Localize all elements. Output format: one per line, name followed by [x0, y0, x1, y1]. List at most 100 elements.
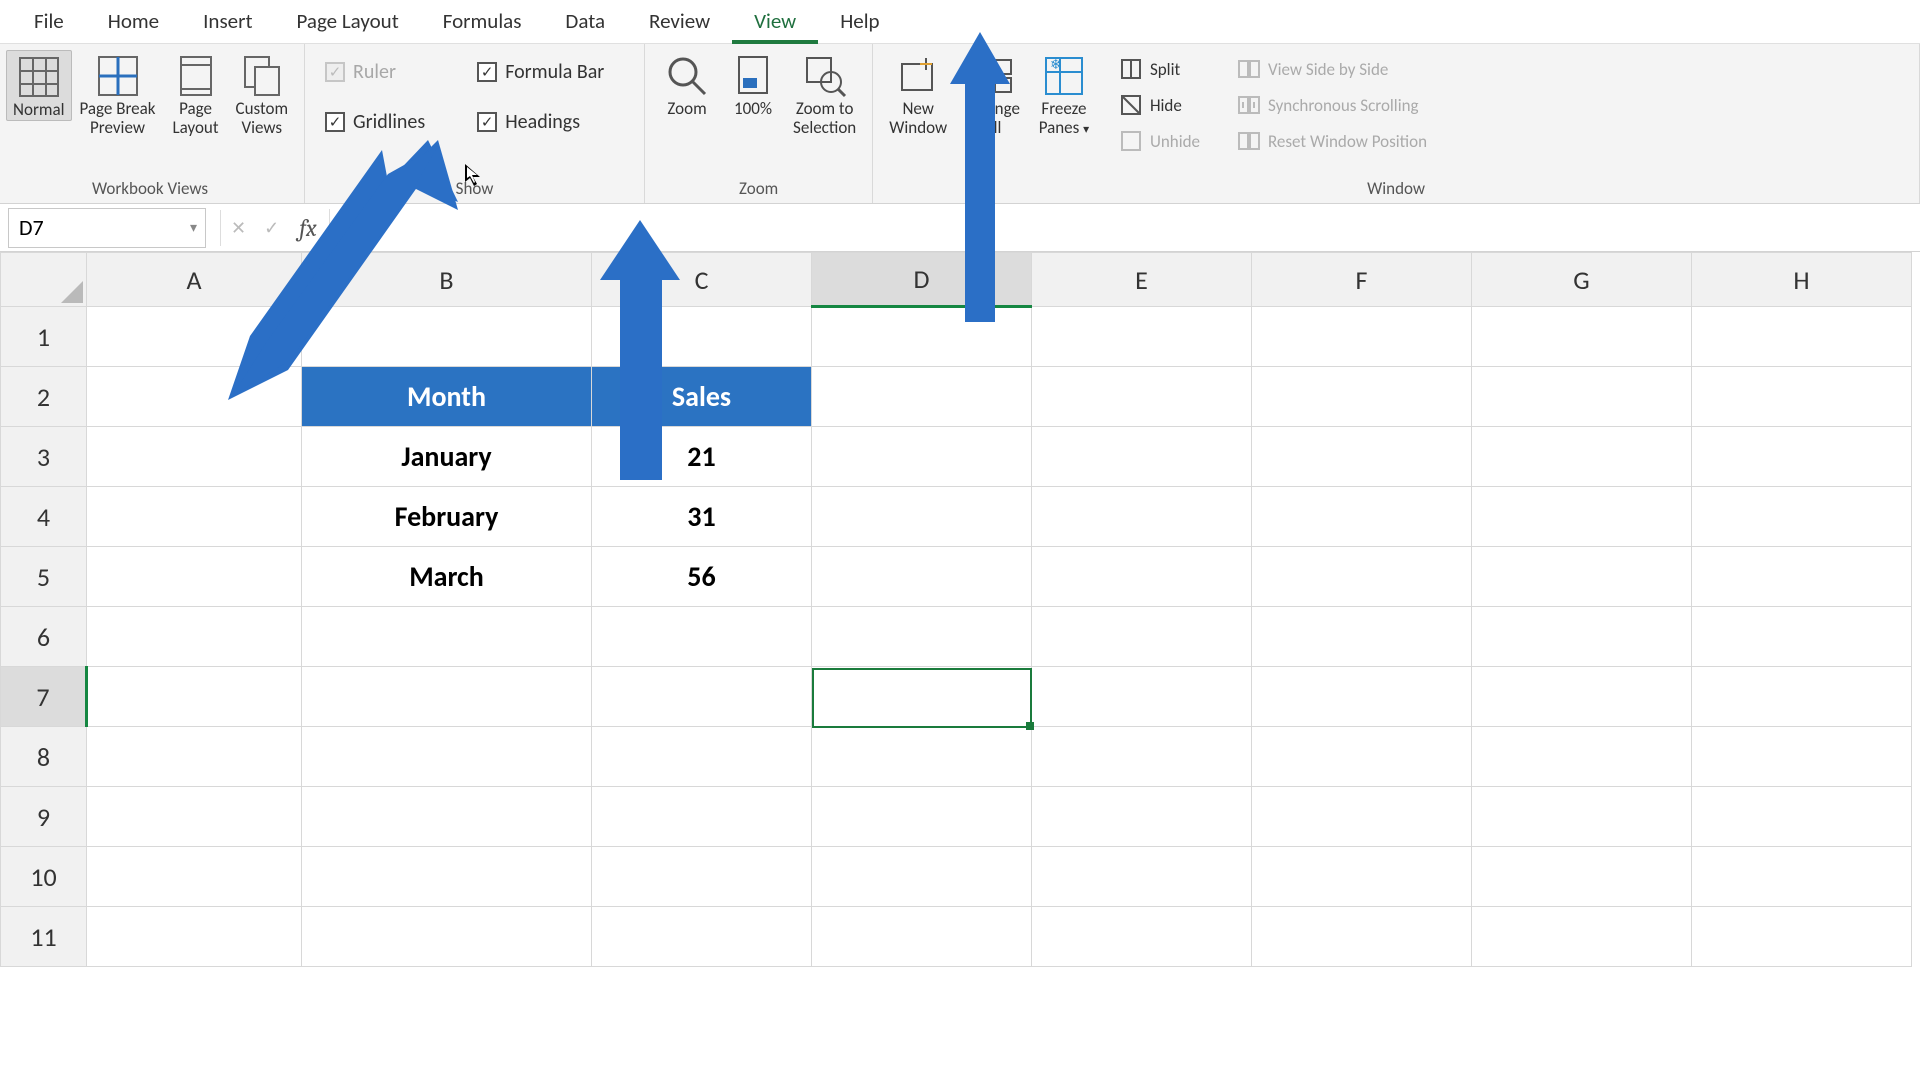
headings-checkbox[interactable]: ✓ Headings — [477, 110, 604, 134]
name-box-value: D7 — [19, 214, 44, 241]
page-layout-button[interactable]: Page Layout — [164, 50, 228, 137]
magnifier-icon — [665, 54, 709, 98]
cell-c4[interactable]: 31 — [592, 487, 812, 547]
cell-d7[interactable] — [812, 667, 1032, 727]
zoom-button[interactable]: Zoom — [655, 50, 719, 119]
cell-b5[interactable]: March — [302, 547, 592, 607]
spreadsheet[interactable]: A B C D E F G H 1 2 Month Sales 3 Januar… — [0, 252, 1920, 967]
tab-view[interactable]: View — [732, 0, 818, 44]
group-zoom: Zoom 100% Zoom to Selection Zoom — [645, 44, 873, 203]
row-header-9[interactable]: 9 — [1, 787, 87, 847]
normal-view-button[interactable]: Normal — [6, 50, 72, 121]
col-header-g[interactable]: G — [1472, 253, 1692, 307]
formula-bar-checkbox[interactable]: ✓ Formula Bar — [477, 60, 604, 84]
new-window-icon — [896, 54, 940, 98]
col-header-h[interactable]: H — [1692, 253, 1912, 307]
unhide-button: Unhide — [1112, 126, 1208, 156]
col-header-a[interactable]: A — [87, 253, 302, 307]
sync-scroll-label: Synchronous Scrolling — [1268, 95, 1419, 116]
page-break-label: Page Break Preview — [80, 100, 156, 137]
side-by-side-icon — [1238, 58, 1260, 80]
col-header-c[interactable]: C — [592, 253, 812, 307]
name-box[interactable]: D7 — [8, 208, 206, 248]
normal-label: Normal — [13, 101, 65, 120]
select-all-corner[interactable] — [1, 253, 87, 307]
group-window: New Window Arrange All ❄ — [873, 44, 1920, 203]
tab-file[interactable]: File — [12, 0, 86, 44]
row-header-4[interactable]: 4 — [1, 487, 87, 547]
headings-label: Headings — [505, 110, 580, 134]
ruler-checkbox: ✓ Ruler — [325, 60, 425, 84]
split-button[interactable]: Split — [1112, 54, 1208, 84]
tabs-bar: File Home Insert Page Layout Formulas Da… — [0, 0, 1920, 44]
group-show: ✓ Ruler ✓ Gridlines ✓ Formula Bar ✓ Head… — [305, 44, 645, 203]
custom-views-button[interactable]: Custom Views — [230, 50, 295, 137]
row-header-1[interactable]: 1 — [1, 307, 87, 367]
checkbox-icon: ✓ — [325, 62, 345, 82]
arrange-all-button[interactable]: Arrange All — [959, 50, 1026, 137]
checkbox-icon: ✓ — [477, 62, 497, 82]
row-header-5[interactable]: 5 — [1, 547, 87, 607]
page-break-preview-button[interactable]: Page Break Preview — [74, 50, 162, 137]
formula-bar-actions: ✕ ✓ — [231, 217, 279, 239]
cell-b3[interactable]: January — [302, 427, 592, 487]
svg-text:❄: ❄ — [1050, 56, 1062, 73]
gridlines-checkbox[interactable]: ✓ Gridlines — [325, 110, 425, 134]
cell-b4[interactable]: February — [302, 487, 592, 547]
freeze-icon: ❄ — [1042, 54, 1086, 98]
col-header-e[interactable]: E — [1032, 253, 1252, 307]
col-header-d[interactable]: D — [812, 253, 1032, 307]
reset-window-pos-button: Reset Window Position — [1230, 126, 1435, 156]
hide-button[interactable]: Hide — [1112, 90, 1208, 120]
zoom-100-label: 100% — [734, 100, 772, 119]
tab-data[interactable]: Data — [543, 0, 627, 44]
tab-home[interactable]: Home — [86, 0, 181, 44]
tab-review[interactable]: Review — [627, 0, 732, 44]
view-side-by-side-button: View Side by Side — [1230, 54, 1435, 84]
row-header-11[interactable]: 11 — [1, 907, 87, 967]
zoom-selection-icon — [803, 54, 847, 98]
cell-c5[interactable]: 56 — [592, 547, 812, 607]
row-header-6[interactable]: 6 — [1, 607, 87, 667]
reset-pos-icon — [1238, 130, 1260, 152]
cancel-icon: ✕ — [231, 217, 246, 239]
row-header-7[interactable]: 7 — [1, 667, 87, 727]
cell-c3[interactable]: 21 — [592, 427, 812, 487]
enter-icon: ✓ — [264, 217, 279, 239]
workbook-views-group-label: Workbook Views — [6, 176, 294, 201]
tab-insert[interactable]: Insert — [181, 0, 274, 44]
page-break-icon — [96, 54, 140, 98]
row-header-2[interactable]: 2 — [1, 367, 87, 427]
sync-scroll-icon — [1238, 94, 1260, 116]
formula-input[interactable] — [329, 209, 1920, 247]
unhide-icon — [1120, 130, 1142, 152]
gridlines-label: Gridlines — [353, 110, 425, 134]
custom-views-icon — [240, 54, 284, 98]
reset-pos-label: Reset Window Position — [1268, 131, 1427, 152]
hide-label: Hide — [1150, 95, 1182, 116]
cell-c2[interactable]: Sales — [592, 367, 812, 427]
row-header-8[interactable]: 8 — [1, 727, 87, 787]
zoom-group-label: Zoom — [655, 176, 862, 201]
tab-help[interactable]: Help — [818, 0, 901, 44]
window-group-label: Window — [883, 176, 1909, 201]
checkbox-icon: ✓ — [477, 112, 497, 132]
tab-formulas[interactable]: Formulas — [421, 0, 544, 44]
zoom-100-button[interactable]: 100% — [721, 50, 785, 119]
row-header-3[interactable]: 3 — [1, 427, 87, 487]
cell-b2[interactable]: Month — [302, 367, 592, 427]
new-window-button[interactable]: New Window — [883, 50, 953, 137]
row-header-10[interactable]: 10 — [1, 847, 87, 907]
col-header-f[interactable]: F — [1252, 253, 1472, 307]
fx-icon[interactable]: fx — [299, 214, 317, 242]
zoom-to-selection-button[interactable]: Zoom to Selection — [787, 50, 862, 137]
hide-icon — [1120, 94, 1142, 116]
tab-page-layout[interactable]: Page Layout — [274, 0, 420, 44]
split-label: Split — [1150, 59, 1180, 80]
col-header-b[interactable]: B — [302, 253, 592, 307]
freeze-panes-button[interactable]: ❄ Freeze Panes ▾ — [1032, 50, 1096, 137]
checkbox-icon: ✓ — [325, 112, 345, 132]
freeze-label: Freeze Panes ▾ — [1039, 100, 1089, 137]
new-window-label: New Window — [889, 100, 947, 137]
split-icon — [1120, 58, 1142, 80]
